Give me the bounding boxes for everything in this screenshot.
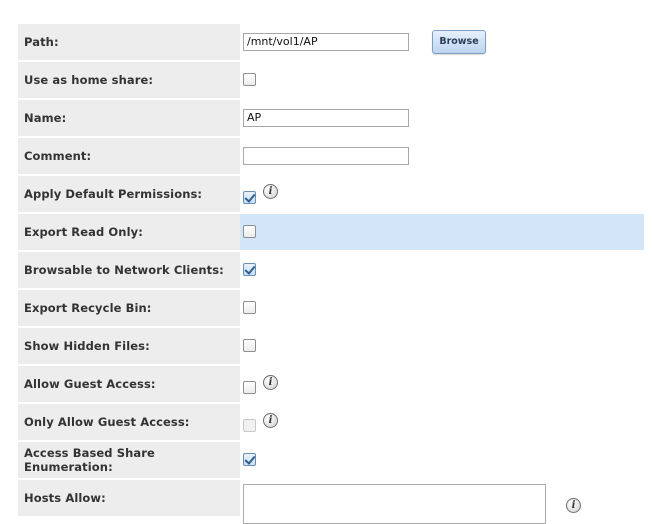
row-export-read-only: Export Read Only: [18, 214, 644, 250]
export-read-only-label: Export Read Only: [18, 214, 240, 250]
only-allow-guest-access-label: Only Allow Guest Access: [18, 404, 240, 440]
name-value-cell: AP [240, 100, 644, 136]
comment-input[interactable] [243, 147, 409, 165]
browse-button[interactable]: Browse [432, 30, 486, 54]
hosts-allow-label: Hosts Allow: [18, 480, 240, 516]
row-allow-guest-access: Allow Guest Access: i [18, 366, 644, 402]
row-hosts-allow: Hosts Allow: i [18, 480, 644, 524]
row-export-recycle-bin: Export Recycle Bin: [18, 290, 644, 326]
home-share-checkbox[interactable] [243, 73, 256, 86]
show-hidden-files-checkbox[interactable] [243, 339, 256, 352]
row-access-based-enumeration: Access Based Share Enumeration: [18, 442, 644, 478]
only-allow-guest-access-checkbox[interactable] [243, 419, 256, 432]
row-apply-default-permissions: Apply Default Permissions: i [18, 176, 644, 212]
home-share-value-cell [240, 62, 644, 98]
allow-guest-access-checkbox[interactable] [243, 381, 256, 394]
row-only-allow-guest-access: Only Allow Guest Access: i [18, 404, 644, 440]
apply-default-permissions-value-cell: i [240, 176, 644, 212]
info-icon[interactable]: i [566, 498, 581, 513]
path-input[interactable]: /mnt/vol1/AP [243, 33, 409, 51]
comment-label: Comment: [18, 138, 240, 174]
only-allow-guest-access-value-cell: i [240, 404, 644, 440]
apply-default-permissions-label: Apply Default Permissions: [18, 176, 240, 212]
home-share-label: Use as home share: [18, 62, 240, 98]
allow-guest-access-label: Allow Guest Access: [18, 366, 240, 402]
browsable-label: Browsable to Network Clients: [18, 252, 240, 288]
hosts-allow-textarea[interactable] [243, 484, 546, 524]
info-icon[interactable]: i [263, 413, 278, 428]
row-name: Name: AP [18, 100, 644, 136]
apply-default-permissions-checkbox[interactable] [243, 191, 256, 204]
export-recycle-bin-checkbox[interactable] [243, 301, 256, 314]
access-based-enumeration-checkbox[interactable] [243, 453, 256, 466]
export-read-only-checkbox[interactable] [243, 225, 256, 238]
allow-guest-access-value-cell: i [240, 366, 644, 402]
browsable-checkbox[interactable] [243, 263, 256, 276]
row-show-hidden-files: Show Hidden Files: [18, 328, 644, 364]
export-read-only-value-cell [240, 214, 644, 250]
info-icon[interactable]: i [263, 184, 278, 199]
export-recycle-bin-value-cell [240, 290, 644, 326]
hosts-allow-value-cell: i [240, 480, 644, 524]
path-value-cell: /mnt/vol1/AP Browse [240, 24, 644, 60]
row-comment: Comment: [18, 138, 644, 174]
name-label: Name: [18, 100, 240, 136]
access-based-enumeration-label: Access Based Share Enumeration: [18, 442, 240, 478]
path-label: Path: [18, 24, 240, 60]
access-based-enumeration-value-cell [240, 442, 644, 478]
show-hidden-files-value-cell [240, 328, 644, 364]
browsable-value-cell [240, 252, 644, 288]
row-home-share: Use as home share: [18, 62, 644, 98]
info-icon[interactable]: i [263, 375, 278, 390]
name-input[interactable]: AP [243, 109, 409, 127]
export-recycle-bin-label: Export Recycle Bin: [18, 290, 240, 326]
row-browsable: Browsable to Network Clients: [18, 252, 644, 288]
comment-value-cell [240, 138, 644, 174]
row-path: Path: /mnt/vol1/AP Browse [18, 24, 644, 60]
show-hidden-files-label: Show Hidden Files: [18, 328, 240, 364]
